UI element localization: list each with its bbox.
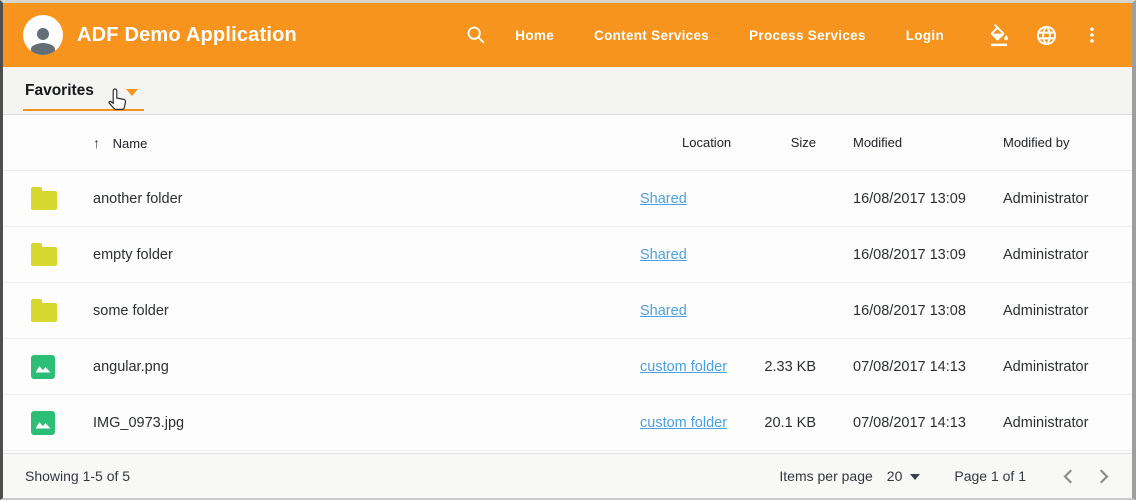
table-row[interactable]: angular.png custom folder 2.33 KB 07/08/… — [3, 339, 1132, 395]
file-name[interactable]: IMG_0973.jpg — [93, 415, 628, 431]
nav-login[interactable]: Login — [906, 28, 944, 43]
column-label: Name — [113, 136, 148, 151]
modified-date: 07/08/2017 14:13 — [853, 359, 998, 375]
modified-by: Administrator — [998, 415, 1110, 431]
modified-date: 16/08/2017 13:09 — [853, 247, 998, 263]
column-label: Modified by — [1003, 135, 1069, 150]
location-cell: custom folder — [628, 359, 758, 375]
view-selector-bar: Favorites — [3, 67, 1132, 115]
file-size: 2.33 KB — [758, 359, 816, 375]
column-label: Location — [682, 135, 731, 150]
file-type-cell — [31, 300, 93, 322]
table-row[interactable]: empty folder Shared 16/08/2017 13:09 Adm… — [3, 227, 1132, 283]
showing-range: Showing 1-5 of 5 — [25, 468, 130, 484]
header-action-icons — [984, 20, 1106, 51]
table-row[interactable]: IMG_0973.jpg custom folder 20.1 KB 07/08… — [3, 395, 1132, 451]
nav-content-services[interactable]: Content Services — [594, 28, 709, 43]
modified-date: 07/08/2017 14:13 — [853, 415, 998, 431]
file-type-cell — [31, 411, 93, 435]
column-header-modified-by[interactable]: Modified by — [998, 135, 1110, 150]
format-color-fill-icon[interactable] — [984, 20, 1015, 51]
column-header-location[interactable]: Location — [628, 135, 758, 150]
image-glyph — [36, 421, 51, 429]
image-glyph — [36, 365, 51, 373]
file-name[interactable]: angular.png — [93, 359, 628, 375]
avatar[interactable] — [23, 15, 63, 55]
table-body: another folder Shared 16/08/2017 13:09 A… — [3, 171, 1132, 451]
file-type-cell — [31, 244, 93, 266]
chevron-down-icon — [910, 474, 920, 480]
location-link[interactable]: Shared — [640, 247, 687, 263]
modified-by: Administrator — [998, 359, 1110, 375]
file-size: 20.1 KB — [758, 415, 816, 431]
items-per-page-select[interactable]: 20 — [887, 468, 921, 484]
nav-home[interactable]: Home — [515, 28, 554, 43]
image-icon — [31, 411, 55, 435]
next-page-button[interactable] — [1093, 467, 1116, 486]
image-icon — [31, 355, 55, 379]
location-link[interactable]: custom folder — [640, 415, 727, 431]
folder-icon — [31, 191, 57, 210]
document-list: ↑ Name Location Size Modified Modified b… — [3, 115, 1132, 451]
modified-date: 16/08/2017 13:08 — [853, 303, 998, 319]
column-header-name[interactable]: ↑ Name — [93, 135, 628, 151]
file-name[interactable]: some folder — [93, 303, 628, 319]
favorites-dropdown[interactable]: Favorites — [25, 82, 138, 100]
app-header: ADF Demo Application Home Content Servic… — [3, 3, 1132, 67]
app-window: ADF Demo Application Home Content Servic… — [0, 0, 1136, 500]
folder-icon — [31, 303, 57, 322]
globe-icon[interactable] — [1031, 20, 1062, 51]
table-row[interactable]: some folder Shared 16/08/2017 13:08 Admi… — [3, 283, 1132, 339]
column-header-modified[interactable]: Modified — [853, 135, 998, 150]
file-name[interactable]: empty folder — [93, 247, 628, 263]
modified-by: Administrator — [998, 247, 1110, 263]
table-header-row: ↑ Name Location Size Modified Modified b… — [3, 115, 1132, 171]
pagination-bar: Showing 1-5 of 5 Items per page 20 Page … — [3, 453, 1132, 498]
location-link[interactable]: Shared — [640, 303, 687, 319]
current-view-label: Favorites — [25, 82, 94, 100]
nav-process-services[interactable]: Process Services — [749, 28, 866, 43]
file-type-cell — [31, 188, 93, 210]
modified-by: Administrator — [998, 303, 1110, 319]
sort-asc-icon: ↑ — [93, 135, 100, 151]
active-tab-underline — [23, 109, 144, 111]
column-label: Size — [791, 135, 816, 150]
pagination-controls: Items per page 20 Page 1 of 1 — [779, 467, 1116, 486]
page-status: Page 1 of 1 — [954, 468, 1026, 484]
kebab-menu-icon[interactable] — [1078, 20, 1106, 50]
column-label: Modified — [853, 135, 902, 150]
location-cell: Shared — [628, 247, 758, 263]
column-header-size[interactable]: Size — [758, 135, 816, 150]
search-icon[interactable] — [461, 20, 491, 50]
person-icon — [25, 22, 61, 55]
file-type-cell — [31, 355, 93, 379]
location-cell: Shared — [628, 191, 758, 207]
main-nav: Home Content Services Process Services L… — [515, 28, 944, 43]
folder-icon — [31, 247, 57, 266]
items-per-page-value: 20 — [887, 468, 903, 484]
app-title: ADF Demo Application — [77, 24, 297, 47]
chevron-down-icon — [126, 89, 138, 96]
location-link[interactable]: custom folder — [640, 359, 727, 375]
modified-date: 16/08/2017 13:09 — [853, 191, 998, 207]
location-link[interactable]: Shared — [640, 191, 687, 207]
modified-by: Administrator — [998, 191, 1110, 207]
previous-page-button[interactable] — [1056, 467, 1079, 486]
items-per-page-label: Items per page — [779, 468, 872, 484]
file-name[interactable]: another folder — [93, 191, 628, 207]
location-cell: Shared — [628, 303, 758, 319]
location-cell: custom folder — [628, 415, 758, 431]
table-row[interactable]: another folder Shared 16/08/2017 13:09 A… — [3, 171, 1132, 227]
